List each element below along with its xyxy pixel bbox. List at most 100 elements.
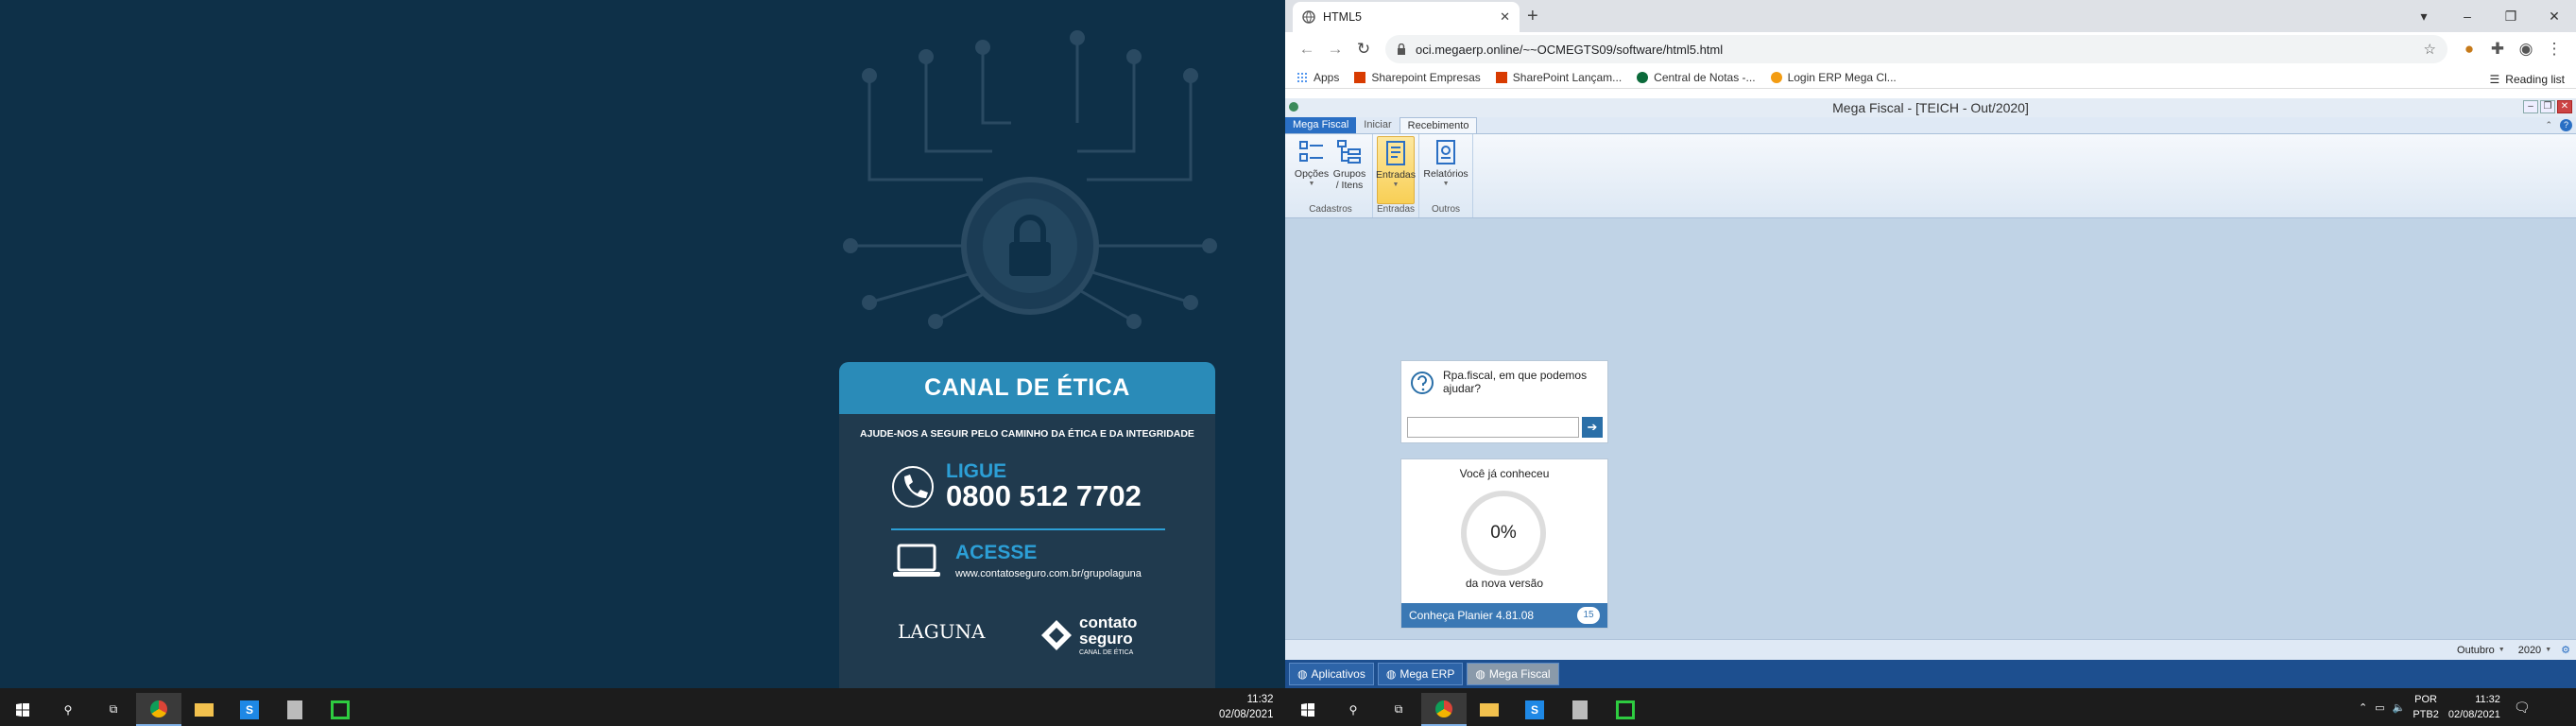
task-view-icon[interactable]: ⧉ [91, 693, 136, 726]
group-entradas: Entradas ▼ Entradas [1373, 134, 1420, 217]
windows-logo-icon [1301, 702, 1314, 717]
new-tab-button[interactable]: + [1527, 7, 1538, 26]
group-outros: Relatórios ▼ Outros [1419, 134, 1474, 217]
opcoes-button[interactable]: Opções ▼ [1293, 136, 1331, 204]
ethics-subtitle: AJUDE-NOS A SEGUIR PELO CAMINHO DA ÉTICA… [860, 428, 1194, 440]
group-cadastros: Opções ▼ Grupos / Itens Cadastros [1289, 134, 1373, 217]
settings-icon[interactable]: ⚙ [2561, 644, 2570, 656]
access-label: ACESSE [955, 541, 1038, 563]
sharepoint-app-icon[interactable]: S [227, 693, 272, 726]
bookmark-apps[interactable]: Apps [1297, 71, 1339, 84]
address-bar-row: ← → ↻ oci.megaerp.online/~~OCMEGTS09/sof… [1285, 32, 2576, 66]
close-tab-icon[interactable]: ✕ [1500, 9, 1510, 25]
extension-icon[interactable]: ● [2455, 40, 2483, 59]
start-button-2[interactable] [1285, 693, 1331, 726]
promo-badge: 15 [1577, 607, 1600, 624]
checklist-icon [1299, 141, 1323, 162]
browser-tab-strip: HTML5 ✕ + ▾ – ❐ ✕ [1285, 0, 2576, 32]
green-app-icon-2[interactable] [1603, 693, 1648, 726]
ethics-title: CANAL DE ÉTICA [839, 362, 1215, 414]
contato-seguro-logo: contato seguro CANAL DE ÉTICA [1039, 614, 1137, 656]
task-view-icon-2[interactable]: ⧉ [1376, 693, 1421, 726]
ethics-channel-card: CANAL DE ÉTICA AJUDE-NOS A SEGUIR PELO C… [839, 362, 1215, 688]
relatorios-button[interactable]: Relatórios ▼ [1423, 136, 1468, 204]
maximize-button[interactable]: ❐ [2489, 9, 2533, 25]
remote-app-icon[interactable] [272, 693, 318, 726]
bookmark-star-icon[interactable]: ☆ [2424, 41, 2436, 58]
tab-mega-fiscal[interactable]: Mega Fiscal [1285, 117, 1357, 133]
tray-chevron-icon[interactable]: ⌃ [2359, 701, 2367, 714]
forward-button[interactable]: → [1321, 40, 1349, 59]
sharepoint-icon [1495, 71, 1507, 83]
apps-grid-icon [1297, 71, 1308, 83]
grupos-itens-button[interactable]: Grupos / Itens [1331, 136, 1368, 204]
notification-icon[interactable]: 🗨 [2514, 700, 2531, 716]
app-logo-icon [1289, 102, 1298, 112]
reading-list-button[interactable]: ☰ Reading list [2490, 68, 2565, 91]
help-assistant-card: Rpa.fiscal, em que podemos ajudar? ➔ [1400, 360, 1608, 443]
green-app-icon[interactable] [318, 693, 363, 726]
menu-kebab-icon[interactable]: ⋮ [2540, 40, 2568, 59]
profile-avatar-icon[interactable]: ◉ [2512, 40, 2540, 59]
month-select[interactable]: Outubro ▼ [2457, 645, 2505, 656]
app-task-bar: ◍ Aplicativos ◍ Mega ERP ◍ Mega Fiscal [1285, 660, 2576, 688]
ribbon-tabs: Mega Fiscal Iniciar Recebimento ⌃ ? [1285, 117, 2576, 133]
task-aplicativos[interactable]: ◍ Aplicativos [1289, 663, 1374, 685]
group-label: Outros [1432, 204, 1461, 215]
app-title: Mega Fiscal - [TEICH - Out/2020] [1832, 100, 2029, 115]
volume-icon[interactable]: 🔈 [2393, 701, 2406, 714]
ethics-phone-row: LIGUE 0800 512 7702 [891, 461, 1142, 512]
language-indicator[interactable]: POR PTB2 [2413, 692, 2439, 722]
chrome-icon-2[interactable] [1421, 693, 1467, 726]
ribbon-collapse-icon[interactable]: ⌃ [2545, 120, 2552, 130]
file-explorer-icon-2[interactable] [1467, 693, 1512, 726]
network-icon[interactable]: ▭ [2375, 701, 2384, 714]
sharepoint-app-icon-2[interactable]: S [1512, 693, 1557, 726]
bookmark-sharepoint-empresas[interactable]: Sharepoint Empresas [1354, 71, 1481, 84]
left-desktop-wallpaper: CANAL DE ÉTICA AJUDE-NOS A SEGUIR PELO C… [0, 0, 1285, 688]
start-button[interactable] [0, 693, 45, 726]
search-icon[interactable]: ⚲ [45, 693, 91, 726]
globe-icon [1302, 10, 1315, 24]
divider [891, 528, 1165, 530]
reload-button[interactable]: ↻ [1349, 40, 1378, 59]
report-icon [1436, 140, 1456, 164]
bookmark-sharepoint-lancam[interactable]: SharePoint Lançam... [1495, 71, 1622, 84]
bookmark-central-de-notas[interactable]: Central de Notas -... [1637, 71, 1756, 84]
left-clock[interactable]: 11:32 02/08/2021 [1219, 692, 1274, 722]
remote-app-icon-2[interactable] [1557, 693, 1603, 726]
partner-logos: LAGUNA contato seguro CANAL DE ÉTICA [898, 613, 1181, 679]
task-mega-fiscal[interactable]: ◍ Mega Fiscal [1467, 663, 1559, 685]
windows-taskbar: ⚲ ⧉ S 11:32 02/08/2021 ⚲ ⧉ S ⌃ ▭ 🔈 POR PTB… [0, 688, 2576, 726]
browser-tab[interactable]: HTML5 ✕ [1293, 2, 1520, 32]
minimize-button[interactable]: – [2446, 9, 2489, 24]
task-mega-erp[interactable]: ◍ Mega ERP [1377, 663, 1464, 685]
extensions-puzzle-icon[interactable]: ✚ [2483, 40, 2512, 59]
right-clock[interactable]: 11:32 02/08/2021 [2448, 692, 2500, 722]
lock-icon [1398, 43, 1405, 55]
tab-recebimento[interactable]: Recebimento [1399, 117, 1478, 133]
help-icon[interactable]: ? [2560, 119, 2572, 131]
close-window-button[interactable]: ✕ [2533, 9, 2576, 25]
app-close-button[interactable]: ✕ [2557, 100, 2572, 113]
help-submit-button[interactable]: ➔ [1582, 417, 1603, 438]
tab-search-icon[interactable]: ▾ [2402, 9, 2446, 25]
address-bar[interactable]: oci.megaerp.online/~~OCMEGTS09/software/… [1385, 35, 2447, 63]
app-restore-button[interactable]: ❐ [2540, 100, 2555, 113]
back-button[interactable]: ← [1293, 40, 1321, 59]
promo-link[interactable]: Conheça Planier 4.81.08 15 [1401, 603, 1607, 628]
tab-iniciar[interactable]: Iniciar [1356, 117, 1399, 133]
question-bubble-icon [1411, 372, 1434, 394]
file-explorer-icon[interactable] [181, 693, 227, 726]
call-label: LIGUE [946, 460, 1007, 482]
year-select[interactable]: 2020 ▼ [2518, 645, 2551, 656]
bookmark-login-erp[interactable]: Login ERP Mega Cl... [1770, 71, 1897, 84]
entradas-button[interactable]: Entradas ▼ [1376, 136, 1416, 204]
chrome-icon[interactable] [136, 693, 181, 726]
ethics-url: www.contatoseguro.com.br/grupolaguna [955, 567, 1142, 579]
help-input[interactable] [1407, 417, 1579, 438]
app-minimize-button[interactable]: – [2523, 100, 2538, 113]
tree-icon [1337, 140, 1361, 164]
search-icon-2[interactable]: ⚲ [1331, 693, 1376, 726]
ribbon: Opções ▼ Grupos / Itens Cadastros Entrada… [1285, 133, 2576, 218]
